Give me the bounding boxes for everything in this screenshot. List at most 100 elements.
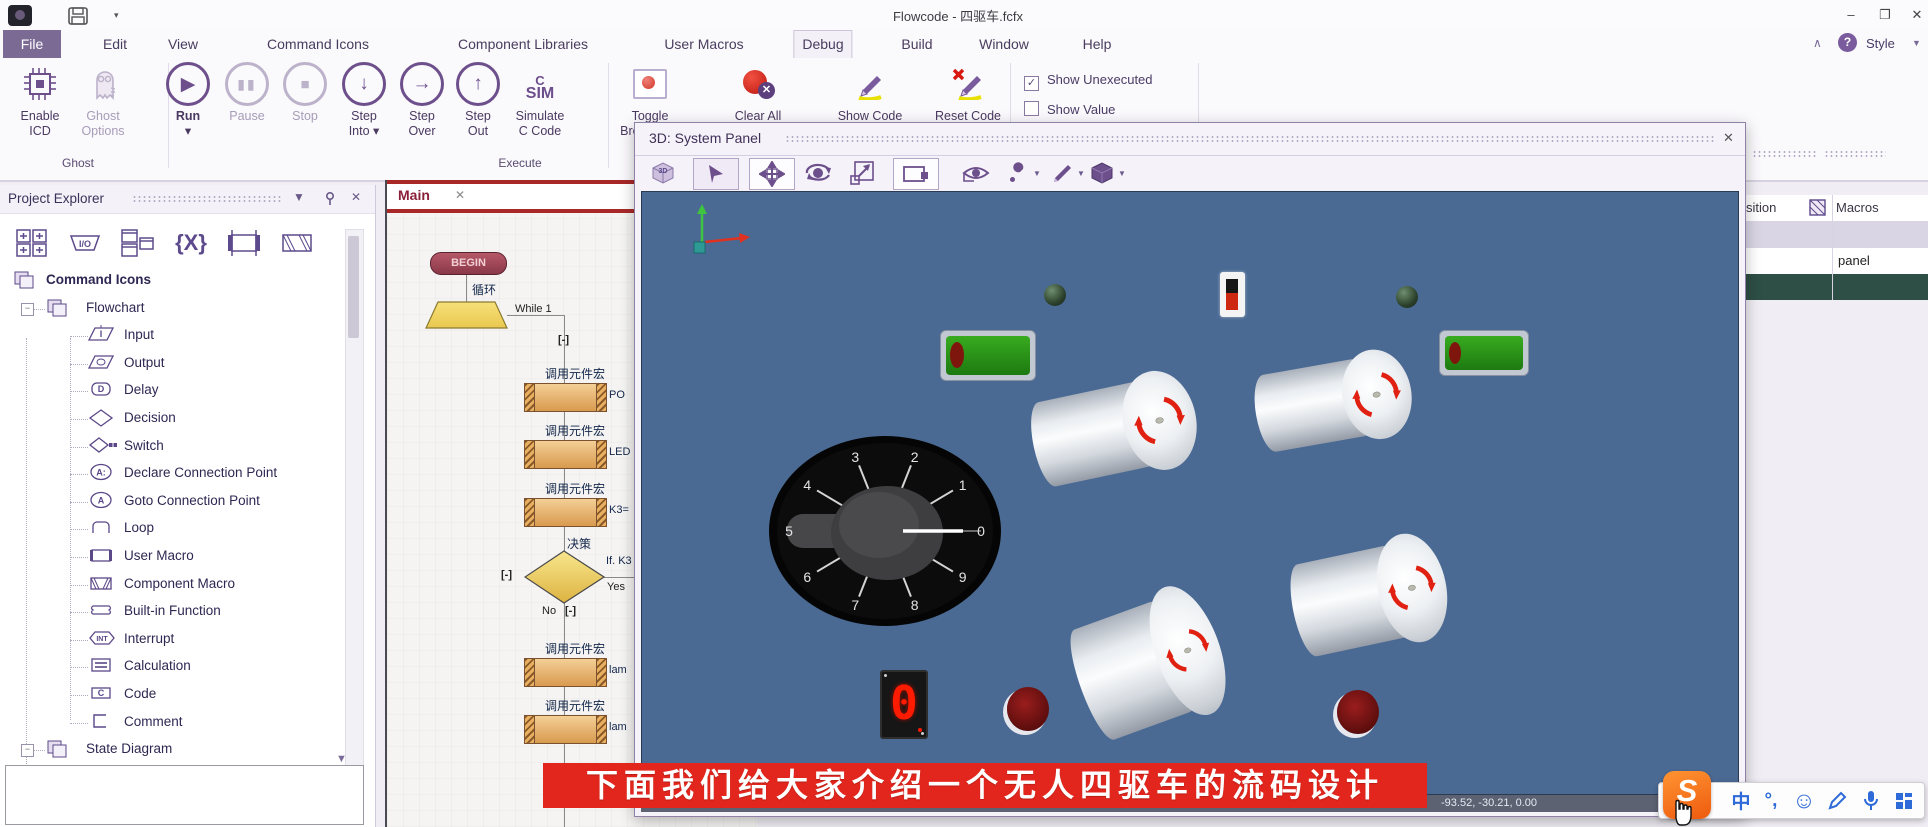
tree-expander-icon[interactable]: − bbox=[21, 744, 34, 757]
ime-emoji-icon[interactable]: ☺ bbox=[1789, 787, 1819, 814]
style-menu[interactable]: Style bbox=[1866, 36, 1895, 51]
show-code-button[interactable]: Show Code bbox=[822, 62, 918, 124]
close-button[interactable]: ✕ bbox=[1904, 4, 1928, 26]
move-tool[interactable] bbox=[749, 158, 795, 190]
panel-name-value[interactable]: panel bbox=[1838, 253, 1870, 268]
expand-tool[interactable] bbox=[843, 158, 881, 188]
flow-collapse-3[interactable]: [-] bbox=[565, 605, 576, 617]
3d-panel-titlebar[interactable]: 3D: System Panel ✕ bbox=[635, 123, 1745, 156]
menu-build[interactable]: Build bbox=[893, 30, 940, 58]
tree-item-component-macro[interactable]: Component Macro bbox=[0, 571, 340, 598]
io-icon[interactable]: I/O bbox=[63, 225, 107, 261]
pin-icon[interactable] bbox=[323, 191, 338, 206]
flow-loop-shape[interactable] bbox=[425, 301, 508, 329]
flow-decision[interactable] bbox=[524, 550, 605, 604]
color-swatch-row[interactable] bbox=[1744, 274, 1928, 300]
battery-component[interactable] bbox=[940, 330, 1036, 381]
right-panel-drag-handle[interactable] bbox=[1752, 150, 1816, 159]
wheel[interactable] bbox=[1007, 687, 1049, 731]
tree-scrollbar[interactable] bbox=[345, 229, 364, 811]
save-icon[interactable] bbox=[68, 7, 88, 25]
menu-window[interactable]: Window bbox=[971, 30, 1037, 58]
tab-close-icon[interactable]: ✕ bbox=[455, 188, 465, 202]
tree-item-goto-connection-point[interactable]: AGoto Connection Point bbox=[0, 488, 340, 515]
flow-collapse-1[interactable]: [-] bbox=[558, 334, 569, 346]
seven-segment-display[interactable]: 0 bbox=[880, 670, 928, 739]
menu-edit[interactable]: Edit bbox=[95, 30, 135, 58]
tree-item-code[interactable]: CCode bbox=[0, 681, 340, 708]
ime-punctuation-toggle[interactable]: °, bbox=[1757, 787, 1785, 814]
frame-dot-tool[interactable] bbox=[893, 158, 939, 190]
expression-icon[interactable]: {X} bbox=[169, 225, 213, 261]
flow-component-macro[interactable] bbox=[524, 715, 607, 744]
dc-motor[interactable] bbox=[1058, 576, 1240, 752]
flow-component-macro[interactable] bbox=[524, 383, 607, 412]
reset-code-button[interactable]: Reset Code bbox=[920, 62, 1016, 124]
tree-item-delay[interactable]: DDelay bbox=[0, 377, 340, 404]
brush-tool[interactable]: ▼ bbox=[1051, 158, 1085, 188]
quick-access-caret-icon[interactable]: ▾ bbox=[114, 10, 119, 21]
right-panel-drag-handle[interactable] bbox=[1824, 150, 1886, 159]
ime-voice-icon[interactable] bbox=[1857, 787, 1885, 814]
rotary-dial[interactable]: 0123456789 bbox=[768, 435, 1002, 627]
tree-item-declare-connection-point[interactable]: A:Declare Connection Point bbox=[0, 460, 340, 487]
checkbox-show-unexecuted[interactable]: ✓Show Unexecuted bbox=[1024, 72, 1153, 91]
ime-handwriting-icon[interactable] bbox=[1822, 787, 1852, 814]
restore-button[interactable]: ❐ bbox=[1872, 4, 1898, 26]
windows-icon[interactable] bbox=[116, 225, 160, 261]
tree-item-interrupt[interactable]: INTInterrupt bbox=[0, 626, 340, 653]
macro-hatch-icon[interactable] bbox=[275, 225, 319, 261]
help-icon[interactable]: ? bbox=[1838, 33, 1857, 52]
flow-component-macro[interactable] bbox=[524, 440, 607, 469]
menu-command-icons[interactable]: Command Icons bbox=[259, 30, 377, 58]
rotate-tool[interactable] bbox=[799, 158, 837, 188]
3d-viewport[interactable]: 0123456789 0 bbox=[641, 191, 1739, 795]
panel-drag-handle[interactable] bbox=[132, 195, 282, 204]
tree-item-flowchart[interactable]: −Flowchart bbox=[0, 295, 340, 322]
flow-begin[interactable]: BEGIN bbox=[430, 252, 507, 275]
simulate-c-code-button[interactable]: CSIMSimulateC Code bbox=[492, 62, 588, 139]
panel-close-icon[interactable]: ✕ bbox=[351, 190, 361, 204]
tree-item-input[interactable]: IInput bbox=[0, 322, 340, 349]
tree-item-loop[interactable]: Loop bbox=[0, 515, 340, 542]
wheel[interactable] bbox=[1337, 690, 1379, 734]
flow-component-macro[interactable] bbox=[524, 658, 607, 687]
tree-item-output[interactable]: Output bbox=[0, 350, 340, 377]
tab-main[interactable]: Main bbox=[398, 187, 430, 203]
checkbox-show-value[interactable]: Show Value bbox=[1024, 101, 1115, 117]
battery-component[interactable] bbox=[1439, 330, 1529, 376]
macros-label[interactable]: Macros bbox=[1836, 200, 1879, 215]
menu-debug[interactable]: Debug bbox=[793, 30, 852, 60]
menu-file[interactable]: File bbox=[3, 30, 61, 58]
led-sphere[interactable] bbox=[1396, 286, 1418, 308]
3d-panel-drag-handle[interactable] bbox=[785, 135, 1715, 144]
menu-help[interactable]: Help bbox=[1075, 30, 1120, 58]
menu-component-libraries[interactable]: Component Libraries bbox=[450, 30, 596, 58]
dc-motor[interactable] bbox=[1023, 364, 1205, 496]
panel-menu-caret-icon[interactable]: ▼ bbox=[293, 190, 305, 204]
macro-bar-icon[interactable] bbox=[222, 225, 266, 261]
tree-item-state-diagram[interactable]: −State Diagram bbox=[0, 736, 340, 763]
3d-panel-close-icon[interactable]: ✕ bbox=[1723, 130, 1734, 146]
menu-view[interactable]: View bbox=[160, 30, 206, 58]
led-sphere[interactable] bbox=[1044, 284, 1066, 306]
collapse-ribbon-icon[interactable]: ∧ bbox=[1813, 36, 1822, 50]
ime-language-toggle[interactable]: 中 bbox=[1727, 787, 1755, 814]
ime-toolbox-icon[interactable] bbox=[1889, 787, 1919, 814]
eye-tool[interactable] bbox=[957, 158, 995, 188]
minimize-button[interactable]: – bbox=[1838, 4, 1864, 26]
wrench-tool[interactable]: ▼ bbox=[1007, 158, 1041, 188]
tree-item-calculation[interactable]: Calculation bbox=[0, 653, 340, 680]
add-grid-icon[interactable] bbox=[10, 225, 54, 261]
flow-collapse-2[interactable]: [-] bbox=[501, 569, 512, 581]
tree-item-user-macro[interactable]: User Macro bbox=[0, 543, 340, 570]
box-tool[interactable]: ▼ bbox=[1087, 158, 1127, 188]
dc-motor[interactable] bbox=[1248, 344, 1418, 460]
tree-item-comment[interactable]: Comment bbox=[0, 709, 340, 736]
tree-item-decision[interactable]: Decision bbox=[0, 405, 340, 432]
ghost-options-button[interactable]: GhostOptions bbox=[55, 62, 151, 139]
tree-item-command-icons[interactable]: Command Icons bbox=[0, 267, 340, 294]
tree-item-built-in-function[interactable]: Built-in Function bbox=[0, 598, 340, 625]
menu-user-macros[interactable]: User Macros bbox=[656, 30, 751, 58]
rocker-switch[interactable] bbox=[1220, 272, 1245, 317]
